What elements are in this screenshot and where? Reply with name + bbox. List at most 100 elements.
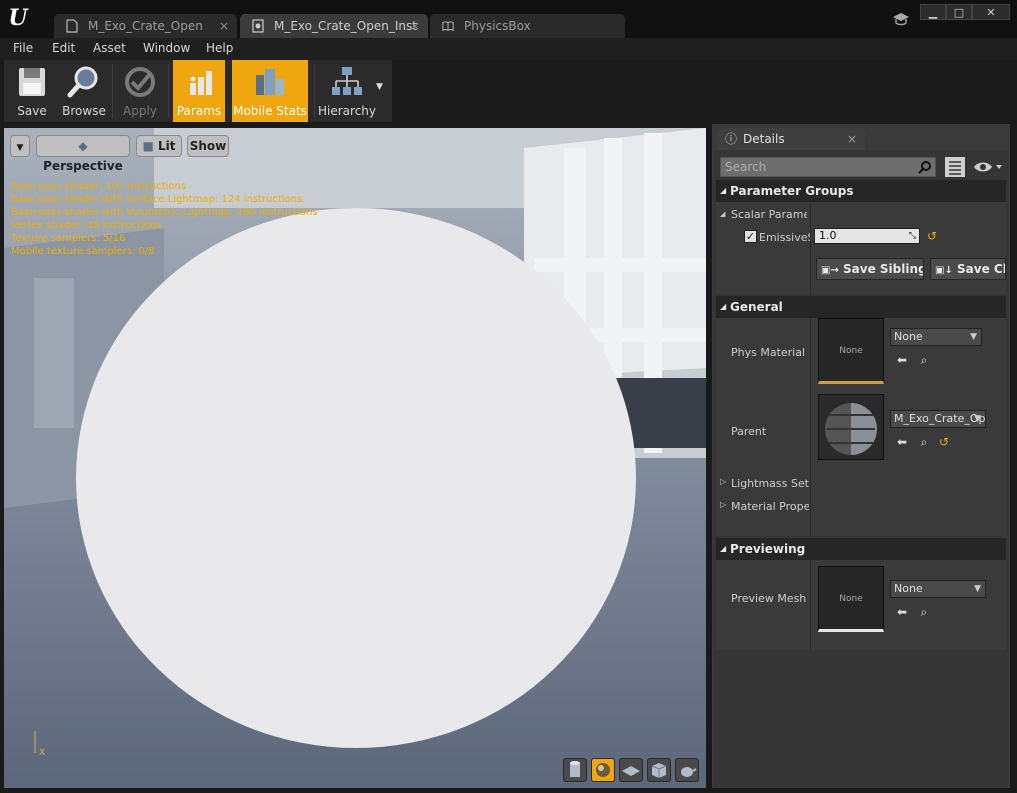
expand-arrow-icon[interactable]: ▷ xyxy=(720,477,726,486)
menu-file[interactable]: File xyxy=(13,41,33,55)
stat-line: Texture samplers: 5/16 xyxy=(11,233,126,244)
collapse-arrow-icon: ◢ xyxy=(720,186,727,195)
use-selected-arrow-icon[interactable]: ⬅ xyxy=(894,434,910,450)
expand-icon: ⤡ xyxy=(908,231,916,241)
tab-label: M_Exo_Crate_Open_Inst xyxy=(274,19,417,33)
general-section: Phys Material None None ▼ ⬅ ⌕ Parent M_Ex… xyxy=(716,318,1006,536)
toolbar-separator xyxy=(314,64,315,118)
tab-label: PhysicsBox xyxy=(464,19,531,33)
emissive-checkbox[interactable]: ✓ xyxy=(744,230,757,243)
material-properties-group[interactable]: Material Prope xyxy=(731,500,809,513)
stat-line: Vertex shader: 38 instructions xyxy=(11,220,162,231)
use-selected-arrow-icon[interactable]: ⬅ xyxy=(894,604,910,620)
close-icon[interactable]: × xyxy=(219,14,229,38)
chevron-down-icon: ▼ xyxy=(970,332,977,342)
search-input[interactable]: Search xyxy=(720,157,936,177)
preview-cylinder-button[interactable] xyxy=(563,758,587,782)
tab-physicsbox[interactable]: PhysicsBox xyxy=(430,14,625,38)
chevron-down-icon: ▼ xyxy=(974,584,981,594)
lightmass-settings-group[interactable]: Lightmass Setti xyxy=(731,477,809,490)
previewing-header[interactable]: ◢ Previewing xyxy=(716,538,1006,560)
details-tab[interactable]: ⓘ Details × xyxy=(717,128,865,150)
scalar-parameters-group[interactable]: Scalar Parame xyxy=(731,208,807,221)
save-icon: ▣→ xyxy=(821,265,839,276)
browse-asset-search-icon[interactable]: ⌕ xyxy=(916,434,932,450)
maximize-button[interactable]: □ xyxy=(946,4,972,20)
browse-button[interactable]: Browse xyxy=(58,60,110,122)
hierarchy-icon xyxy=(332,67,362,95)
sphere-icon xyxy=(596,763,610,777)
save-icon xyxy=(19,68,45,96)
viewport-options-button[interactable]: ▼ xyxy=(10,135,30,157)
preview-sphere-button[interactable] xyxy=(591,758,615,782)
preview-cube-button[interactable] xyxy=(647,758,671,782)
cube-icon xyxy=(651,763,667,778)
tab-label: M_Exo_Crate_Open xyxy=(88,19,203,33)
use-selected-arrow-icon[interactable]: ⬅ xyxy=(894,352,910,368)
params-button[interactable]: Params xyxy=(173,60,225,122)
minimize-button[interactable]: ▁ xyxy=(920,4,946,20)
close-icon[interactable]: × xyxy=(410,14,420,38)
browse-asset-search-icon[interactable]: ⌕ xyxy=(916,352,932,368)
material-asset-icon xyxy=(66,19,78,33)
chevron-down-icon: ▼ xyxy=(974,414,981,424)
lit-cube-icon: ■ xyxy=(142,139,154,153)
lit-button[interactable]: ■ Lit xyxy=(136,135,182,157)
phys-material-combo[interactable]: None ▼ xyxy=(890,328,982,346)
toolbar-separator xyxy=(112,64,113,118)
tab-m-exo-crate-open[interactable]: M_Exo_Crate_Open × xyxy=(54,14,237,38)
phys-material-label: Phys Material xyxy=(731,346,806,359)
menu-help[interactable]: Help xyxy=(206,41,233,55)
tab-m-exo-crate-open-inst[interactable]: M_Exo_Crate_Open_Inst × xyxy=(240,14,428,38)
preview-mesh-thumbnail[interactable]: None xyxy=(818,566,884,632)
unreal-logo-icon[interactable]: U xyxy=(5,5,31,31)
params-icon xyxy=(190,71,212,95)
menu-bar: File Edit Asset Window Help xyxy=(0,38,1017,60)
parent-label: Parent xyxy=(731,425,767,438)
show-button[interactable]: Show xyxy=(187,135,229,157)
graduation-cap-icon[interactable] xyxy=(892,10,910,28)
save-child-button[interactable]: ▣↓ Save Ch xyxy=(930,258,1006,280)
view-options-button[interactable] xyxy=(972,158,1006,176)
details-body: Search ◢ Parameter Groups ◢ Scalar Param… xyxy=(714,150,1008,788)
expand-arrow-icon[interactable]: ▷ xyxy=(720,500,726,509)
parent-material-thumbnail[interactable] xyxy=(818,394,884,460)
apply-button[interactable]: Apply xyxy=(114,60,166,122)
collapse-arrow-icon: ◢ xyxy=(720,302,727,311)
column-divider xyxy=(810,318,811,536)
preview-plane-button[interactable] xyxy=(619,758,643,782)
emissive-value-field[interactable]: 1.0 ⤡ xyxy=(814,228,920,244)
preview-mesh-button[interactable] xyxy=(675,758,699,782)
save-button[interactable]: Save xyxy=(6,60,58,122)
perspective-button[interactable]: ◆ Perspective xyxy=(36,135,130,173)
stat-line: Base pass shader with Volumetric Lightma… xyxy=(11,207,318,218)
parent-material-combo[interactable]: M_Exo_Crate_Op ▼ xyxy=(890,410,986,428)
material-preview-viewport[interactable]: ▼ ◆ Perspective ■ Lit Show Base pass sha… xyxy=(4,128,706,788)
eye-icon xyxy=(974,162,1002,172)
close-icon[interactable]: × xyxy=(847,128,857,150)
save-sibling-button[interactable]: ▣→ Save Sibling xyxy=(816,258,924,280)
stat-line: Base pass shader with Surface Lightmap: … xyxy=(11,194,303,205)
menu-edit[interactable]: Edit xyxy=(52,41,75,55)
reset-to-default-icon[interactable]: ↺ xyxy=(924,228,940,244)
shader-stats-overlay: Base pass shader: 107 instructions Base … xyxy=(11,180,318,258)
hierarchy-dropdown-arrow-icon[interactable]: ▼ xyxy=(376,82,383,92)
property-matrix-button[interactable] xyxy=(944,156,966,178)
cylinder-icon xyxy=(570,761,580,777)
parameter-groups-header[interactable]: ◢ Parameter Groups xyxy=(716,180,1006,202)
hierarchy-button[interactable]: Hierarchy xyxy=(318,60,376,122)
close-window-button[interactable]: ✕ xyxy=(972,4,1010,20)
collapse-arrow-icon[interactable]: ◢ xyxy=(720,210,725,218)
menu-window[interactable]: Window xyxy=(143,41,190,55)
browse-asset-search-icon[interactable]: ⌕ xyxy=(916,604,932,620)
menu-asset[interactable]: Asset xyxy=(93,41,126,55)
material-sphere-preview xyxy=(819,395,883,459)
preview-mesh-combo[interactable]: None ▼ xyxy=(890,580,986,598)
search-icon xyxy=(918,161,931,174)
phys-material-thumbnail[interactable]: None xyxy=(818,318,884,384)
column-divider xyxy=(810,560,811,650)
stat-line: Mobile texture samplers: 0/8 xyxy=(11,246,155,257)
mobile-stats-button[interactable]: Mobile Stats xyxy=(232,60,308,122)
general-header[interactable]: ◢ General xyxy=(716,296,1006,318)
reset-to-default-icon[interactable]: ↺ xyxy=(936,434,952,450)
